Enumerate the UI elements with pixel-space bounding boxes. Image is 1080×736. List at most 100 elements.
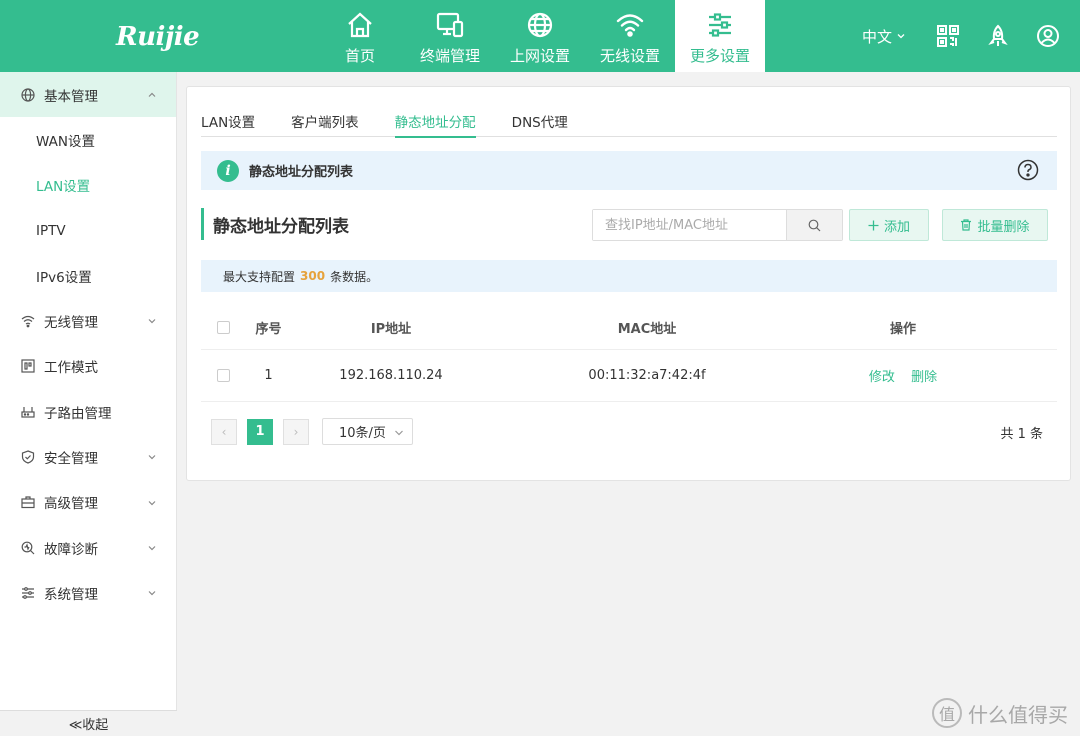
sidebar-item-label: 高级管理 (44, 496, 98, 513)
language-select[interactable]: 中文 (862, 26, 906, 47)
user-icon[interactable] (1036, 24, 1060, 48)
sidebar-collapse-button[interactable]: ≪收起 (0, 710, 177, 736)
row-ip: 192.168.110.24 (339, 368, 443, 383)
sidebar-item-label: 无线管理 (44, 315, 98, 332)
sidebar-item-diagnosis[interactable]: 故障诊断 (0, 525, 176, 570)
sidebar-item-system[interactable]: 系统管理 (0, 570, 176, 615)
sidebar-item-label: LAN设置 (36, 179, 91, 196)
sidebar-item-iptv[interactable]: IPTV (0, 208, 176, 253)
globe-icon (527, 12, 553, 38)
search-box (592, 209, 843, 241)
watermark: 值 什么值得买 (932, 698, 1068, 728)
sidebar-item-label: 子路由管理 (44, 405, 112, 422)
chevron-down-icon (897, 34, 905, 39)
sidebar-item-advanced[interactable]: 高级管理 (0, 480, 176, 525)
home-icon (348, 12, 372, 38)
section-title: 静态地址分配列表 (201, 208, 349, 240)
sidebar-item-label: 工作模式 (44, 360, 98, 377)
nav-terminal-label: 终端管理 (419, 47, 480, 65)
sidebar-item-lan[interactable]: LAN设置 (0, 163, 176, 208)
chevron-down-icon (148, 455, 156, 460)
info-bar-text: 静态地址分配列表 (249, 165, 354, 180)
nav-home-label: 首页 (344, 47, 375, 65)
notice-suffix: 条数据。 (330, 269, 379, 284)
chevron-down-icon (148, 500, 156, 506)
row-checkbox[interactable] (217, 369, 230, 382)
tab-static-address[interactable]: 静态地址分配 (394, 111, 476, 138)
chevron-down-icon (148, 591, 156, 596)
nav-wireless-label: 无线设置 (599, 47, 660, 65)
main-panel: LAN设置 客户端列表 静态地址分配 DNS代理 i 静态地址分配列表 静态地址… (186, 86, 1071, 481)
ruijie-logo[interactable]: Ruijie (116, 22, 200, 52)
sidebar-item-wan[interactable]: WAN设置 (0, 117, 176, 162)
nav-more-settings[interactable]: 更多设置 (675, 0, 765, 72)
search-input[interactable] (593, 210, 786, 240)
wifi-icon (21, 316, 35, 328)
sidebar-item-ipv6[interactable]: IPv6设置 (0, 253, 176, 298)
sidebar-item-security[interactable]: 安全管理 (0, 434, 176, 479)
batch-delete-label: 批量删除 (977, 219, 1030, 235)
rocket-icon[interactable] (986, 24, 1010, 48)
tab-client-list[interactable]: 客户端列表 (291, 111, 359, 137)
notice-count: 300 (300, 269, 326, 283)
sidebar-item-label: IPTV (36, 222, 66, 239)
sliders-icon (709, 13, 731, 37)
select-all-cell (201, 320, 246, 334)
table-header-row: 序号 IP地址 MAC地址 操作 (201, 305, 1057, 350)
search-icon (808, 219, 821, 231)
language-label: 中文 (861, 27, 892, 46)
sidebar-item-label: 故障诊断 (44, 541, 98, 558)
globe-icon (21, 88, 35, 102)
shield-icon (21, 450, 35, 464)
tab-dns-proxy[interactable]: DNS代理 (512, 111, 568, 137)
sidebar-item-work-mode[interactable]: 工作模式 (0, 344, 176, 389)
edit-link[interactable]: 修改 (869, 370, 895, 385)
help-icon[interactable] (1017, 159, 1039, 181)
nav-wireless-settings[interactable]: 无线设置 (585, 0, 675, 72)
pagination: ‹ 1 › 10条/页 (211, 418, 413, 445)
diagnosis-icon (21, 541, 35, 555)
watermark-text: 什么值得买 (968, 702, 1068, 727)
next-page-button[interactable]: › (283, 418, 309, 445)
prev-page-button[interactable]: ‹ (211, 418, 237, 445)
nav-internet-settings[interactable]: 上网设置 (495, 0, 585, 72)
select-all-checkbox[interactable] (217, 320, 230, 334)
sidebar-item-label: IPv6设置 (36, 269, 92, 286)
chevron-down-icon (148, 319, 156, 324)
sidebar-item-label: WAN设置 (36, 133, 95, 150)
header-ip: IP地址 (370, 321, 412, 337)
sidebar-item-basic-management[interactable]: 基本管理 (0, 72, 176, 118)
router-icon (21, 406, 35, 418)
batch-delete-button[interactable]: 批量删除 (942, 209, 1048, 241)
nav-terminal-management[interactable]: 终端管理 (405, 0, 495, 72)
top-bar: Ruijie 首页 终端管理 上网设置 无线设置 更多设置 中文 (0, 0, 1080, 72)
table-row: 1 192.168.110.24 00:11:32:a7:42:4f 修改 删除 (201, 350, 1057, 402)
sidebar-item-label: 系统管理 (44, 586, 98, 603)
tab-bar: LAN设置 客户端列表 静态地址分配 DNS代理 (201, 111, 1057, 138)
sidebar: 基本管理 WAN设置 LAN设置 IPTV IPv6设置 无线管理 工作模式 子… (0, 72, 177, 736)
qr-code-icon[interactable] (936, 24, 960, 48)
mode-icon (21, 359, 35, 374)
row-mac: 00:11:32:a7:42:4f (588, 368, 706, 383)
page-size-label: 10条/页 (339, 426, 386, 441)
add-button-label: 添加 (883, 219, 910, 235)
limit-notice: 最大支持配置 300 条数据。 (201, 260, 1057, 292)
header-mac: MAC地址 (617, 321, 677, 337)
page-size-select[interactable]: 10条/页 (322, 418, 413, 445)
sidebar-item-label: 安全管理 (44, 451, 98, 468)
delete-link[interactable]: 删除 (911, 370, 937, 385)
nav-home[interactable]: 首页 (315, 0, 405, 72)
notice-prefix: 最大支持配置 (223, 269, 296, 284)
total-count: 共 1 条 (1000, 427, 1043, 442)
sidebar-item-sub-router[interactable]: 子路由管理 (0, 389, 176, 434)
sidebar-item-wireless[interactable]: 无线管理 (0, 298, 176, 343)
row-no: 1 (264, 368, 273, 383)
tab-lan-settings[interactable]: LAN设置 (201, 111, 255, 137)
search-button[interactable] (786, 210, 842, 240)
page-number-button[interactable]: 1 (247, 418, 273, 445)
chevron-down-icon (395, 430, 403, 436)
add-button[interactable]: 添加 (849, 209, 929, 241)
info-icon: i (217, 159, 239, 182)
chevron-down-icon (148, 546, 156, 551)
trash-icon (961, 219, 972, 231)
